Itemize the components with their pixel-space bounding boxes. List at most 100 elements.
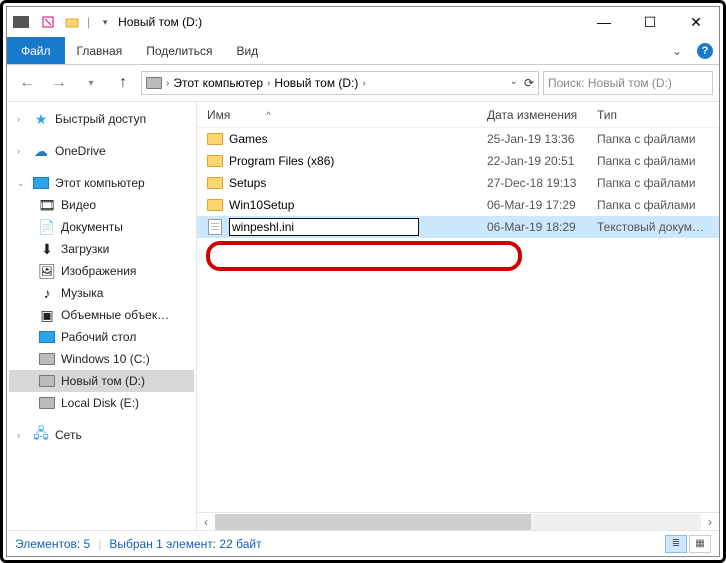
sidebar-onedrive[interactable]: › ☁ OneDrive bbox=[9, 140, 194, 162]
search-input[interactable]: Поиск: Новый том (D:) bbox=[543, 71, 713, 95]
expand-ribbon-icon[interactable]: ⌄ bbox=[663, 37, 691, 64]
chevron-right-icon[interactable]: › bbox=[17, 146, 27, 156]
column-label: Имя bbox=[207, 108, 230, 122]
sidebar-this-pc[interactable]: ⌄ Этот компьютер bbox=[9, 172, 194, 194]
sidebar-network[interactable]: › 🖧 Сеть bbox=[9, 424, 194, 446]
tab-share[interactable]: Поделиться bbox=[134, 37, 224, 64]
sidebar-item-label: Видео bbox=[61, 198, 96, 212]
file-date: 06-Mar-19 17:29 bbox=[487, 198, 597, 212]
ribbon: Файл Главная Поделиться Вид ⌄ ? bbox=[7, 37, 719, 65]
help-button[interactable]: ? bbox=[691, 37, 719, 64]
chevron-right-icon[interactable]: › bbox=[17, 430, 27, 440]
text-file-icon bbox=[207, 219, 223, 235]
scroll-right-icon[interactable]: › bbox=[701, 515, 719, 529]
sidebar-item-desktop[interactable]: Рабочий стол bbox=[9, 326, 194, 348]
folder-icon bbox=[207, 175, 223, 191]
table-row[interactable]: 06-Mar-19 18:29Текстовый докум… bbox=[197, 216, 719, 238]
sidebar-item-music[interactable]: ♪Музыка bbox=[9, 282, 194, 304]
sidebar-item-drive-c[interactable]: Windows 10 (C:) bbox=[9, 348, 194, 370]
back-button[interactable]: ← bbox=[13, 70, 41, 96]
recent-dropdown[interactable]: ▾ bbox=[77, 70, 105, 96]
status-bar: Элементов: 5 | Выбран 1 элемент: 22 байт… bbox=[7, 530, 719, 556]
column-date[interactable]: Дата изменения bbox=[487, 108, 597, 122]
close-button[interactable]: ✕ bbox=[673, 7, 719, 37]
drive-icon bbox=[39, 351, 55, 367]
chevron-down-icon[interactable]: ⌄ bbox=[17, 178, 27, 189]
table-row[interactable]: Games 25-Jan-19 13:36Папка с файлами bbox=[197, 128, 719, 150]
sidebar-item-drive-d[interactable]: Новый том (D:) bbox=[9, 370, 194, 392]
sidebar-quick-access[interactable]: › ★ Быстрый доступ bbox=[9, 108, 194, 130]
address-dropdown-icon[interactable]: ⌄ bbox=[510, 76, 518, 90]
sidebar-item-label: Изображения bbox=[61, 264, 136, 278]
breadcrumb[interactable]: Новый том (D:) bbox=[274, 76, 358, 90]
chevron-right-icon[interactable]: › bbox=[17, 114, 27, 124]
file-date: 22-Jan-19 20:51 bbox=[487, 154, 597, 168]
status-count: Элементов: 5 bbox=[15, 537, 90, 551]
tab-view[interactable]: Вид bbox=[224, 37, 270, 64]
file-type: Папка с файлами bbox=[597, 132, 719, 146]
refresh-icon[interactable]: ⟳ bbox=[524, 76, 534, 90]
search-placeholder: Поиск: Новый том (D:) bbox=[548, 76, 672, 90]
drive-icon bbox=[39, 373, 55, 389]
navbar: ← → ▾ ↑ › Этот компьютер › Новый том (D:… bbox=[7, 65, 719, 101]
file-name: Games bbox=[229, 132, 268, 146]
qat-dropdown-icon[interactable]: ▾ bbox=[96, 13, 114, 31]
chevron-right-icon[interactable]: › bbox=[362, 78, 365, 89]
chevron-right-icon[interactable]: › bbox=[267, 78, 270, 89]
cloud-icon: ☁ bbox=[33, 143, 49, 159]
sidebar-item-label: OneDrive bbox=[55, 144, 106, 158]
file-name: Setups bbox=[229, 176, 266, 190]
sidebar-item-label: Рабочий стол bbox=[61, 330, 136, 344]
scroll-thumb[interactable] bbox=[215, 514, 531, 530]
scroll-left-icon[interactable]: ‹ bbox=[197, 515, 215, 529]
drive-icon bbox=[39, 395, 55, 411]
sidebar-item-label: Объемные объек… bbox=[61, 308, 169, 322]
file-type: Папка с файлами bbox=[597, 176, 719, 190]
up-button[interactable]: ↑ bbox=[109, 70, 137, 96]
forward-button[interactable]: → bbox=[45, 70, 73, 96]
sidebar-item-label: Этот компьютер bbox=[55, 176, 145, 190]
sidebar-item-videos[interactable]: 🎞 Видео bbox=[9, 194, 194, 216]
table-row[interactable]: Program Files (x86)22-Jan-19 20:51Папка … bbox=[197, 150, 719, 172]
qat-divider: | bbox=[87, 15, 90, 29]
properties-icon[interactable] bbox=[39, 13, 57, 31]
sidebar-item-drive-e[interactable]: Local Disk (E:) bbox=[9, 392, 194, 414]
sidebar-item-label: Новый том (D:) bbox=[61, 374, 145, 388]
rename-input[interactable] bbox=[229, 218, 419, 236]
sidebar-item-label: Загрузки bbox=[61, 242, 109, 256]
view-details-button[interactable]: ≣ bbox=[665, 535, 687, 553]
file-list: Имя ^ Дата изменения Тип Games 25-Jan-19 … bbox=[197, 102, 719, 530]
table-row[interactable]: Win10Setup06-Mar-19 17:29Папка с файлами bbox=[197, 194, 719, 216]
tab-home[interactable]: Главная bbox=[65, 37, 135, 64]
file-type: Папка с файлами bbox=[597, 154, 719, 168]
chevron-right-icon[interactable]: › bbox=[166, 78, 169, 89]
star-icon: ★ bbox=[33, 111, 49, 127]
music-icon: ♪ bbox=[39, 285, 55, 301]
computer-icon bbox=[33, 175, 49, 191]
file-tab[interactable]: Файл bbox=[7, 37, 65, 64]
view-thumbnails-button[interactable]: ▦ bbox=[689, 535, 711, 553]
cube-icon: ▣ bbox=[39, 307, 55, 323]
horizontal-scrollbar[interactable]: ‹ › bbox=[197, 512, 719, 530]
maximize-button[interactable]: ☐ bbox=[627, 7, 673, 37]
sidebar-item-label: Windows 10 (C:) bbox=[61, 352, 150, 366]
new-folder-icon[interactable] bbox=[63, 13, 81, 31]
image-icon: 🖼 bbox=[39, 263, 55, 279]
sidebar-item-3d[interactable]: ▣ Объемные объек… bbox=[9, 304, 194, 326]
scroll-track[interactable] bbox=[215, 514, 701, 530]
window-title: Новый том (D:) bbox=[118, 15, 202, 29]
file-date: 25-Jan-19 13:36 bbox=[487, 132, 597, 146]
column-type[interactable]: Тип bbox=[597, 108, 719, 122]
breadcrumb[interactable]: Этот компьютер bbox=[173, 76, 263, 90]
sidebar-item-documents[interactable]: 📄Документы bbox=[9, 216, 194, 238]
folder-icon bbox=[207, 153, 223, 169]
sidebar-item-pictures[interactable]: 🖼 Изображения bbox=[9, 260, 194, 282]
sidebar-item-downloads[interactable]: ⬇Загрузки bbox=[9, 238, 194, 260]
column-name[interactable]: Имя ^ bbox=[197, 108, 487, 122]
minimize-button[interactable]: — bbox=[581, 7, 627, 37]
address-bar[interactable]: › Этот компьютер › Новый том (D:) › ⌄ ⟳ bbox=[141, 71, 539, 95]
sidebar-item-label: Сеть bbox=[55, 428, 82, 442]
video-icon: 🎞 bbox=[39, 197, 55, 213]
sidebar-item-label: Быстрый доступ bbox=[55, 112, 146, 126]
table-row[interactable]: Setups27-Dec-18 19:13Папка с файлами bbox=[197, 172, 719, 194]
